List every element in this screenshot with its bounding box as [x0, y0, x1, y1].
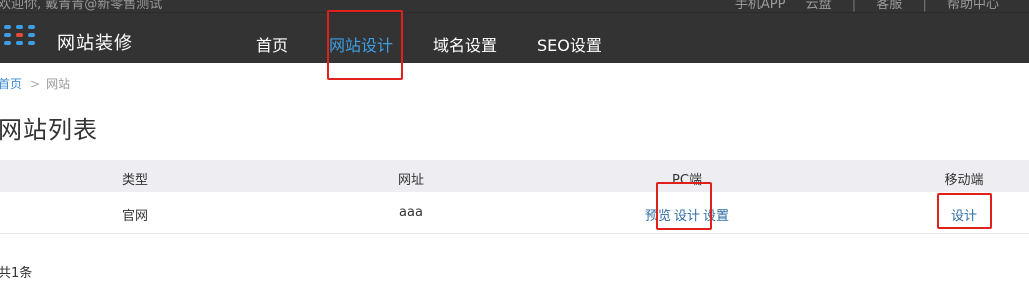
top-info-bar: 欢迎你, 戴青青@新零售测试 手机APP 云盘 | 客服 | 帮助中心 — [0, 0, 1029, 13]
top-links: 手机APP 云盘 | 客服 | 帮助中心 — [719, 0, 999, 12]
page-title: 网站列表 — [0, 116, 98, 144]
divider: | — [851, 0, 857, 12]
nav-domain-settings[interactable]: 域名设置 — [433, 32, 497, 56]
nav-site-design[interactable]: 网站设计 — [329, 32, 393, 56]
main-navbar: 网站装修 首页 网站设计 域名设置 SEO设置 — [0, 13, 1029, 63]
row-url: aaa — [399, 205, 423, 220]
help-center-link[interactable]: 帮助中心 — [947, 0, 999, 12]
pc-design-link[interactable]: 设计 — [674, 209, 700, 224]
nav-home[interactable]: 首页 — [256, 32, 288, 56]
header-url: 网址 — [397, 173, 425, 188]
cloud-disk-link[interactable]: 云盘 — [806, 0, 832, 12]
mobile-design-link[interactable]: 设计 — [951, 205, 977, 224]
app-link[interactable]: 手机APP — [735, 0, 786, 12]
header-mobile: 移动端 — [944, 173, 984, 188]
nav-seo-settings[interactable]: SEO设置 — [537, 32, 602, 56]
pc-actions: 预览 设计 设置 — [645, 205, 729, 224]
pc-preview-link[interactable]: 预览 — [645, 209, 671, 224]
table-row: 官网 aaa 预览 设计 设置 设计 — [0, 193, 1029, 234]
breadcrumb: 首页 > 网站 — [0, 75, 70, 92]
divider: | — [922, 0, 927, 12]
table-header: 类型 网址 PC端 移动端 — [0, 160, 1029, 192]
breadcrumb-current: 网站 — [46, 77, 71, 91]
grid-logo-icon — [4, 25, 44, 49]
breadcrumb-separator: > — [30, 77, 41, 91]
site-title: 网站装修 — [57, 33, 133, 54]
welcome-text: 欢迎你, 戴青青@新零售测试 — [0, 0, 163, 12]
row-type: 官网 — [121, 209, 149, 224]
header-pc: PC端 — [672, 173, 702, 188]
record-count: 共1条 — [0, 266, 33, 281]
breadcrumb-home-link[interactable]: 首页 — [0, 77, 22, 91]
service-link[interactable]: 客服 — [876, 0, 902, 12]
pc-settings-link[interactable]: 设置 — [703, 209, 729, 224]
header-type: 类型 — [121, 173, 149, 188]
